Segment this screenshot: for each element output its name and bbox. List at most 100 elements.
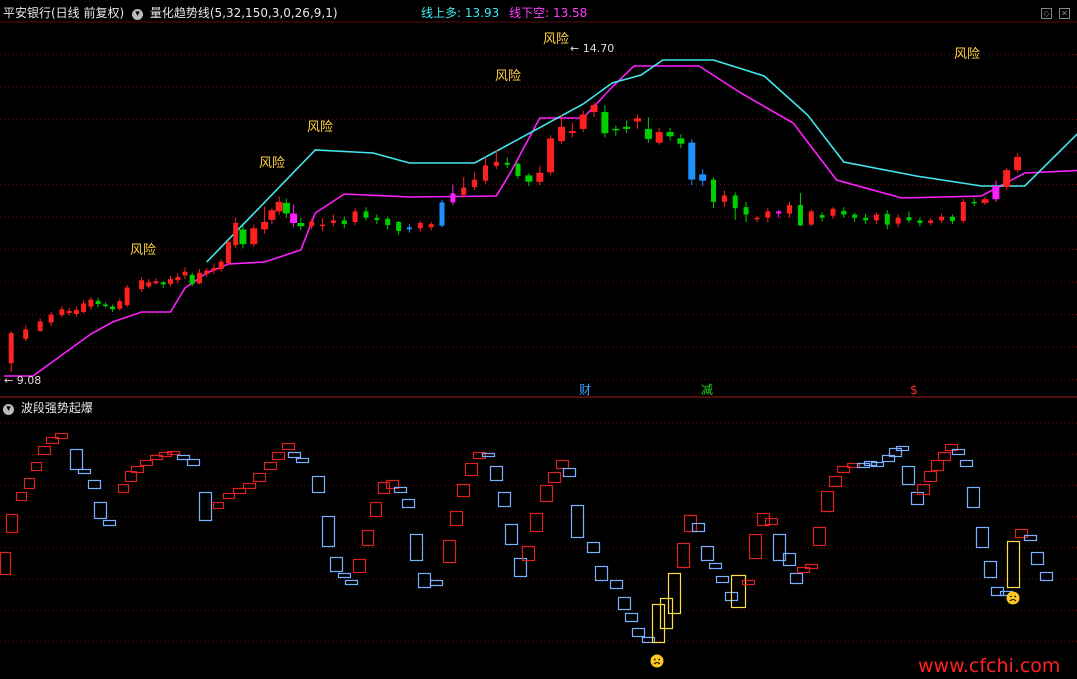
candle-body — [95, 300, 101, 304]
signal-box — [442, 539, 457, 564]
signal-box — [337, 572, 352, 579]
signal-box — [804, 563, 819, 570]
candle-body — [863, 217, 869, 221]
signal-box — [570, 504, 585, 539]
signal-box — [242, 482, 257, 490]
signal-box — [429, 579, 444, 587]
signal-box — [930, 459, 945, 472]
signal-box — [715, 575, 730, 584]
candle-body — [928, 220, 934, 223]
signal-box — [417, 572, 432, 589]
signal-box — [676, 542, 691, 569]
signal-box — [263, 461, 278, 471]
candle-body — [644, 128, 652, 139]
candle-body — [841, 210, 847, 215]
candle-body — [830, 208, 836, 216]
candle-body — [204, 270, 210, 274]
candle-body — [309, 221, 315, 227]
candle-body — [472, 179, 478, 188]
candle-body — [117, 301, 123, 309]
signal-box — [0, 551, 12, 576]
signal-box — [15, 491, 28, 502]
candle-body — [239, 229, 247, 245]
candle-body — [320, 224, 326, 227]
candle-body — [493, 161, 499, 166]
signal-box — [321, 515, 336, 548]
risk-label: 风险 — [130, 243, 156, 258]
candle-body — [110, 306, 116, 310]
candle-body — [797, 205, 803, 226]
candle-body — [906, 217, 912, 221]
signal-box — [966, 486, 981, 509]
candle-body — [197, 272, 202, 284]
candle-body — [290, 213, 298, 223]
signal-box — [959, 459, 974, 468]
sub-panel-boxes — [0, 432, 1054, 668]
candle-body — [732, 195, 738, 209]
candle-body — [153, 281, 159, 284]
sad-face-eye — [653, 658, 656, 661]
signal-box — [1030, 551, 1045, 566]
candle-body — [218, 261, 224, 270]
candle-body — [981, 199, 989, 203]
candle-body — [297, 223, 305, 227]
signal-box — [497, 491, 512, 508]
candle-body — [504, 162, 510, 165]
candle-body — [102, 304, 108, 307]
trend-lines — [4, 59, 1077, 377]
signal-box — [287, 451, 302, 459]
candle-body — [568, 131, 576, 134]
candle-body — [341, 220, 347, 225]
candle-body — [146, 282, 152, 287]
signal-box — [23, 477, 36, 490]
candle-body — [417, 223, 423, 229]
candle-body — [971, 201, 977, 204]
candle-body — [385, 218, 391, 226]
candle-body — [1014, 156, 1022, 171]
high-price-label: ← 14.70 — [570, 42, 614, 55]
candle-body — [623, 126, 631, 129]
sad-face-icon — [1006, 591, 1020, 605]
candle-body — [558, 126, 565, 142]
candle-body — [396, 222, 402, 231]
chart-canvas[interactable]: 风险风险风险风险风险风险← 14.70← 9.08财减 $ — [0, 0, 1077, 679]
signal-box — [1039, 571, 1054, 582]
signal-box — [139, 459, 154, 467]
candle-body — [579, 114, 587, 129]
candle-body — [139, 280, 145, 290]
candle-body — [352, 211, 358, 222]
lower-trend-line — [4, 65, 1077, 377]
candle-body — [66, 310, 72, 313]
low-price-label: ← 9.08 — [4, 374, 41, 387]
signal-box — [748, 533, 763, 560]
signal-box — [700, 545, 715, 562]
candle-body — [765, 211, 771, 218]
candle-body — [754, 217, 760, 220]
signal-box — [812, 526, 827, 547]
candle-body — [189, 274, 195, 284]
signal-box — [975, 526, 990, 549]
candle-body — [601, 112, 609, 134]
signal-box — [562, 467, 577, 478]
signal-box — [764, 517, 779, 526]
signal-box — [983, 560, 998, 579]
candle-body — [634, 118, 641, 122]
candle-body — [59, 309, 65, 316]
signal-box — [513, 557, 528, 578]
signal-box — [212, 501, 225, 510]
signal-box — [5, 513, 19, 534]
candle-body — [175, 277, 181, 281]
candle-body — [776, 211, 782, 214]
sad-face-eye — [658, 658, 661, 661]
candle-body — [81, 303, 87, 312]
candle-body — [8, 333, 14, 364]
signal-box — [609, 579, 624, 590]
candlesticks — [8, 102, 1022, 373]
signal-box — [489, 465, 504, 482]
signal-box — [464, 462, 479, 477]
candle-body — [808, 211, 814, 225]
risk-label: 风险 — [495, 69, 521, 84]
signal-box — [586, 541, 601, 554]
signal-box — [594, 565, 609, 582]
candle-body — [547, 138, 555, 173]
